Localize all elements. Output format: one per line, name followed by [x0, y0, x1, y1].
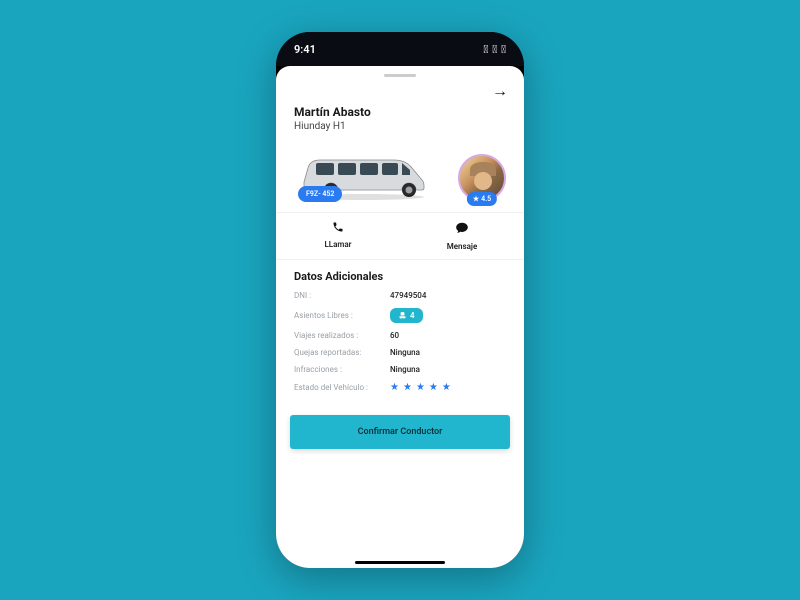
- actions-row: LLamar Mensaje: [276, 212, 524, 260]
- status-bar: 9:41 􀙇 􀙈 􀛨: [276, 32, 524, 66]
- dni-label: DNI :: [294, 291, 390, 300]
- star-icon: ★: [442, 382, 451, 393]
- vehicle-state-stars: ★ ★ ★ ★ ★: [390, 382, 451, 393]
- trips-value: 60: [390, 331, 399, 340]
- drag-handle[interactable]: [384, 74, 416, 77]
- call-button[interactable]: LLamar: [276, 213, 400, 259]
- trips-label: Viajes realizados :: [294, 331, 390, 340]
- status-indicators: 􀙇 􀙈 􀛨: [483, 43, 506, 56]
- chat-icon: [455, 221, 469, 238]
- seats-value: 4: [410, 311, 415, 320]
- details-title: Datos Adicionales: [294, 270, 506, 283]
- detail-row-complaints: Quejas reportadas: Ninguna: [294, 348, 506, 357]
- star-icon: ★: [429, 382, 438, 393]
- infractions-value: Ninguna: [390, 365, 420, 374]
- dni-value: 47949504: [390, 291, 426, 300]
- vehicle-image: F9Z- 452: [294, 140, 434, 202]
- star-icon: ★: [416, 382, 425, 393]
- infractions-label: Infracciones :: [294, 365, 390, 374]
- forward-arrow-icon[interactable]: →: [492, 81, 508, 101]
- license-plate-badge: F9Z- 452: [298, 186, 342, 202]
- phone-frame: 9:41 􀙇 􀙈 􀛨 → Martín Abasto Hiunday H1: [276, 32, 524, 568]
- complaints-value: Ninguna: [390, 348, 420, 357]
- details-section: Datos Adicionales DNI : 47949504 Asiento…: [276, 260, 524, 409]
- vehicle-state-label: Estado del Vehículo :: [294, 383, 390, 392]
- driver-avatar[interactable]: ★ 4.5: [458, 154, 506, 202]
- star-icon: ★: [473, 195, 479, 203]
- rating-badge: ★ 4.5: [467, 192, 497, 206]
- vehicle-model: Hiunday H1: [294, 121, 506, 132]
- message-label: Mensaje: [447, 242, 478, 251]
- driver-name: Martín Abasto: [294, 105, 506, 119]
- detail-row-seats: Asientos Libres : 4: [294, 308, 506, 323]
- phone-icon: [332, 221, 344, 236]
- detail-row-infractions: Infracciones : Ninguna: [294, 365, 506, 374]
- detail-row-trips: Viajes realizados : 60: [294, 331, 506, 340]
- call-label: LLamar: [324, 240, 351, 249]
- rating-value: 4.5: [481, 195, 491, 203]
- wifi-icon: 􀙈: [492, 43, 497, 56]
- confirm-driver-button[interactable]: Confirmar Conductor: [290, 415, 510, 449]
- star-icon: ★: [390, 382, 399, 393]
- seats-label: Asientos Libres :: [294, 311, 390, 320]
- status-time: 9:41: [294, 43, 316, 56]
- complaints-label: Quejas reportadas:: [294, 348, 390, 357]
- battery-icon: 􀛨: [501, 43, 506, 56]
- seat-icon: [398, 311, 407, 320]
- seats-badge: 4: [390, 308, 423, 323]
- driver-header: Martín Abasto Hiunday H1: [276, 101, 524, 132]
- signal-icon: 􀙇: [483, 43, 488, 56]
- detail-row-vehicle-state: Estado del Vehículo : ★ ★ ★ ★ ★: [294, 382, 506, 393]
- home-indicator[interactable]: [355, 561, 445, 564]
- driver-card: → Martín Abasto Hiunday H1: [276, 66, 524, 568]
- media-row: F9Z- 452 ★ 4.5: [276, 132, 524, 212]
- detail-row-dni: DNI : 47949504: [294, 291, 506, 300]
- star-icon: ★: [403, 382, 412, 393]
- message-button[interactable]: Mensaje: [400, 213, 524, 259]
